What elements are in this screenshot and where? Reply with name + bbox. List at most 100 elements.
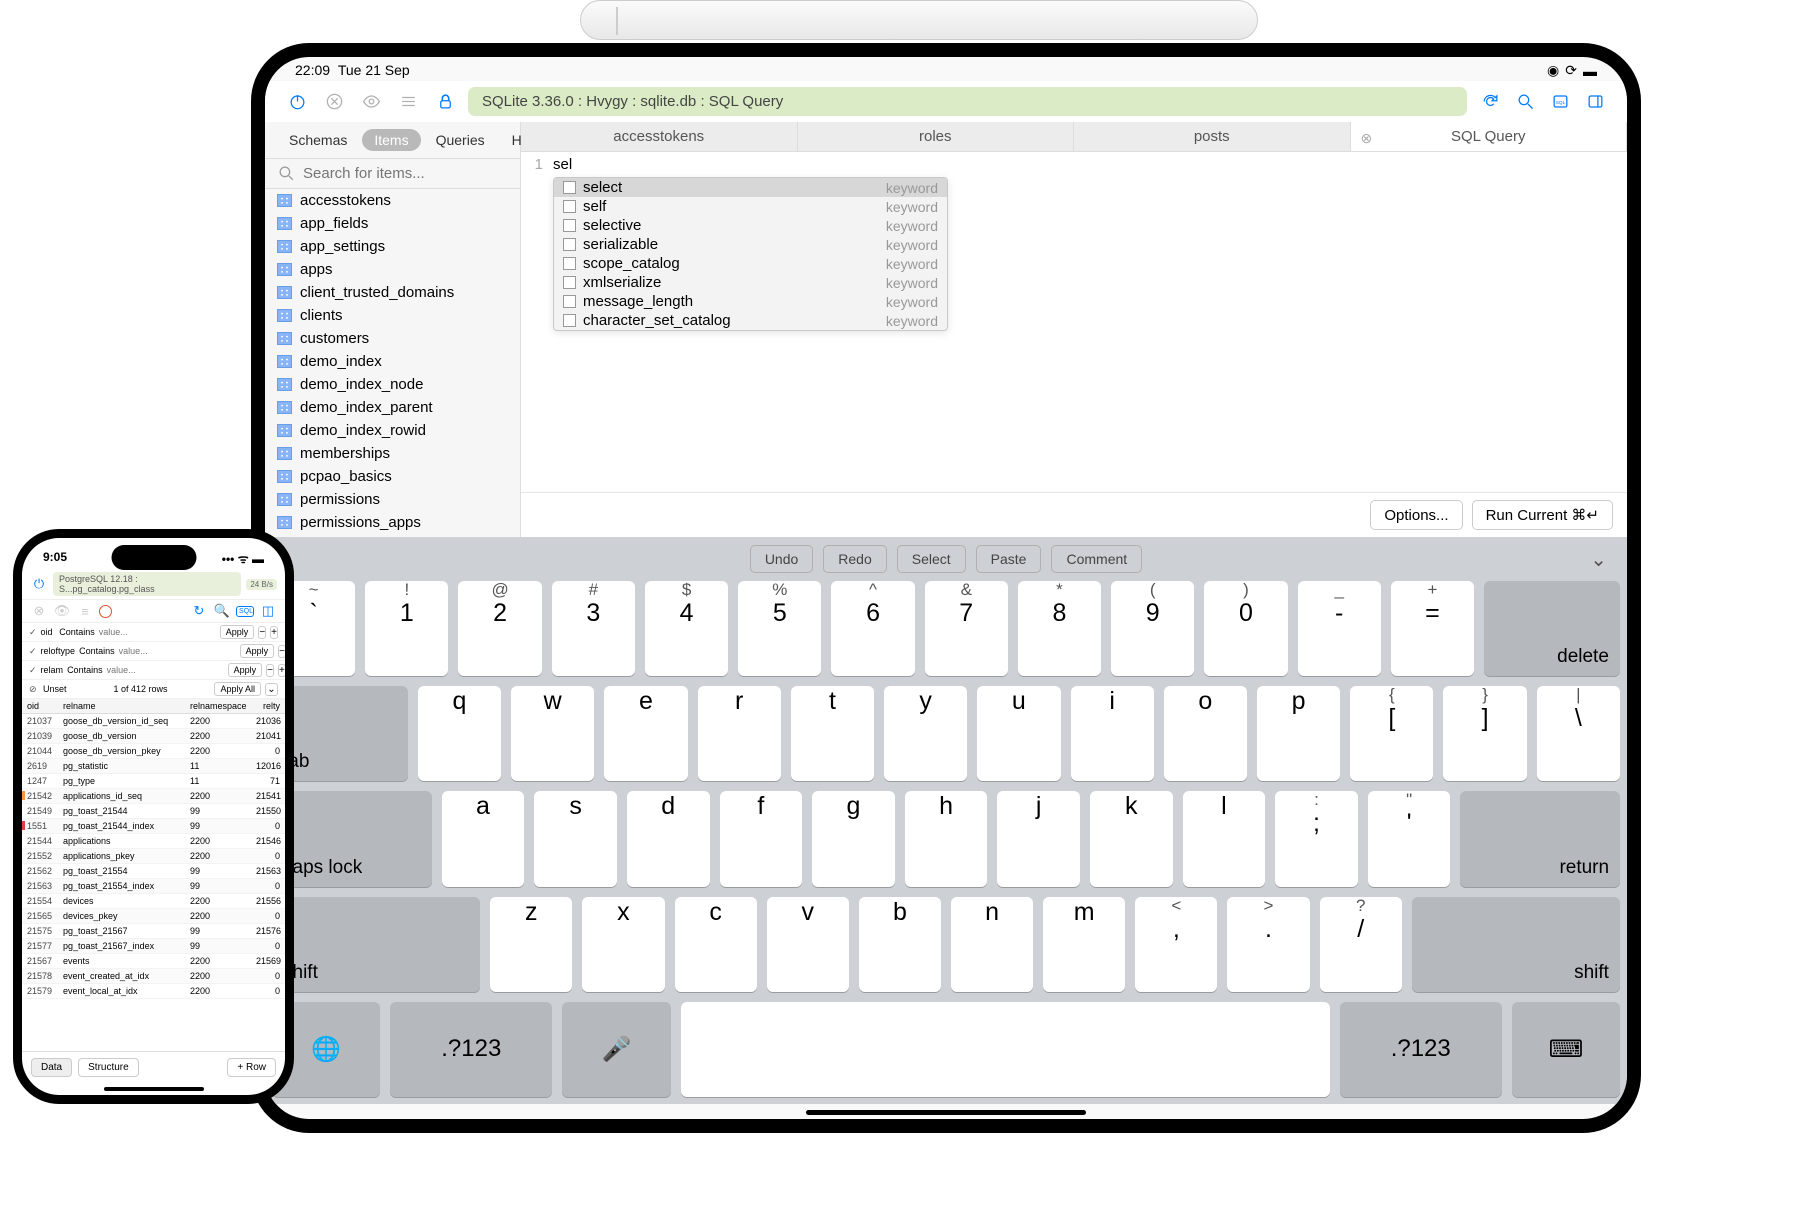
- key-capslock[interactable]: caps lock: [272, 791, 432, 886]
- sql-button[interactable]: SQL: [1546, 88, 1574, 116]
- filter-value[interactable]: [107, 665, 224, 675]
- expand-button[interactable]: ⌄: [265, 683, 278, 696]
- key[interactable]: #3: [552, 581, 635, 676]
- table-row[interactable]: 21037goose_db_version_id_seq220021036: [22, 714, 285, 729]
- minus-button[interactable]: −: [278, 645, 285, 658]
- table-row[interactable]: 21544applications220021546: [22, 834, 285, 849]
- cancel-button[interactable]: [320, 88, 348, 116]
- key[interactable]: i: [1071, 686, 1154, 781]
- filter-field[interactable]: reloftype: [41, 646, 76, 656]
- sidebar-item[interactable]: customers: [265, 327, 520, 350]
- key[interactable]: _-: [1298, 581, 1381, 676]
- breadcrumb[interactable]: SQLite 3.36.0 : Hvygy : sqlite.db : SQL …: [468, 87, 1467, 116]
- iphone-eye-icon[interactable]: 👁: [53, 603, 71, 619]
- key[interactable]: $4: [645, 581, 728, 676]
- home-indicator[interactable]: [806, 1110, 1086, 1115]
- col-relnamespace[interactable]: relnamespace: [185, 699, 251, 713]
- iphone-table-body[interactable]: 21037goose_db_version_id_seq220021036210…: [22, 714, 285, 1051]
- key[interactable]: >.: [1227, 897, 1309, 992]
- key-dismiss[interactable]: ⌨: [1512, 1002, 1620, 1097]
- plus-button[interactable]: +: [270, 626, 278, 639]
- key[interactable]: &7: [925, 581, 1008, 676]
- key[interactable]: )0: [1204, 581, 1287, 676]
- table-row[interactable]: 21579event_local_at_idx22000: [22, 984, 285, 999]
- iphone-home-indicator[interactable]: [104, 1087, 204, 1091]
- minus-button[interactable]: −: [258, 626, 266, 639]
- autocomplete-popup[interactable]: selectkeywordselfkeywordselectivekeyword…: [553, 177, 948, 331]
- sidebar-item[interactable]: app_settings: [265, 235, 520, 258]
- key[interactable]: a: [442, 791, 525, 886]
- filter-field[interactable]: oid: [41, 627, 56, 637]
- tab-data[interactable]: Data: [31, 1058, 72, 1077]
- apply-button[interactable]: Apply: [220, 625, 255, 639]
- sidebar-item[interactable]: permissions: [265, 488, 520, 511]
- key[interactable]: }]: [1443, 686, 1526, 781]
- table-row[interactable]: 21567events220021569: [22, 954, 285, 969]
- autocomplete-item[interactable]: message_lengthkeyword: [554, 292, 947, 311]
- filter-field[interactable]: relam: [41, 665, 64, 675]
- key-return[interactable]: return: [1460, 791, 1620, 886]
- search-input[interactable]: [303, 165, 508, 182]
- table-row[interactable]: 21044goose_db_version_pkey22000: [22, 744, 285, 759]
- editor-tab[interactable]: posts: [1074, 122, 1351, 151]
- key[interactable]: @2: [458, 581, 541, 676]
- iphone-close-icon[interactable]: ⊗: [30, 603, 48, 619]
- table-row[interactable]: 21575pg_toast_215679921576: [22, 924, 285, 939]
- sidebar-item[interactable]: apps: [265, 258, 520, 281]
- table-row[interactable]: 21565devices_pkey22000: [22, 909, 285, 924]
- unset-icon[interactable]: ⊘: [29, 684, 39, 695]
- power-button[interactable]: [283, 88, 311, 116]
- iphone-list-icon[interactable]: ≡: [76, 604, 94, 619]
- table-row[interactable]: 21578event_created_at_idx22000: [22, 969, 285, 984]
- filter-value[interactable]: [99, 627, 216, 637]
- autocomplete-item[interactable]: selectivekeyword: [554, 216, 947, 235]
- sidebar-item[interactable]: demo_index: [265, 350, 520, 373]
- keyboard-collapse-icon[interactable]: ⌄: [1590, 547, 1607, 572]
- kb-paste[interactable]: Paste: [976, 545, 1042, 573]
- table-row[interactable]: 21552applications_pkey22000: [22, 849, 285, 864]
- col-relname[interactable]: relname: [58, 699, 185, 713]
- key-delete[interactable]: delete: [1484, 581, 1620, 676]
- plus-button[interactable]: +: [278, 664, 285, 677]
- on-screen-keyboard[interactable]: Undo Redo Select Paste Comment ⌄ ~`!1@2#…: [265, 537, 1627, 1104]
- key[interactable]: e: [604, 686, 687, 781]
- table-row[interactable]: 21039goose_db_version220021041: [22, 729, 285, 744]
- table-row[interactable]: 1247pg_type1171: [22, 774, 285, 789]
- key[interactable]: t: [791, 686, 874, 781]
- table-row[interactable]: 21542applications_id_seq220021541: [22, 789, 285, 804]
- editor-tab[interactable]: ⊗SQL Query: [1351, 122, 1628, 151]
- filter-check[interactable]: ✓: [29, 646, 37, 657]
- key[interactable]: !1: [365, 581, 448, 676]
- key[interactable]: +=: [1391, 581, 1474, 676]
- autocomplete-item[interactable]: character_set_catalogkeyword: [554, 311, 947, 330]
- table-row[interactable]: 1551pg_toast_21544_index990: [22, 819, 285, 834]
- key[interactable]: o: [1164, 686, 1247, 781]
- iphone-search-icon[interactable]: 🔍: [213, 603, 231, 619]
- table-row[interactable]: 21549pg_toast_215449921550: [22, 804, 285, 819]
- sidebar-item[interactable]: accesstokens: [265, 189, 520, 212]
- search-button[interactable]: [1511, 88, 1539, 116]
- key-alt[interactable]: .?123: [390, 1002, 552, 1097]
- run-button[interactable]: Run Current ⌘↵: [1472, 500, 1613, 530]
- kb-redo[interactable]: Redo: [823, 545, 886, 573]
- key[interactable]: *8: [1018, 581, 1101, 676]
- sidebar-items[interactable]: accesstokensapp_fieldsapp_settingsappscl…: [265, 189, 520, 537]
- key[interactable]: (9: [1111, 581, 1194, 676]
- key-shift[interactable]: shift: [1412, 897, 1620, 992]
- key[interactable]: l: [1183, 791, 1266, 886]
- key-alt[interactable]: .?123: [1340, 1002, 1502, 1097]
- refresh-button[interactable]: [1476, 88, 1504, 116]
- options-button[interactable]: Options...: [1370, 500, 1462, 530]
- key[interactable]: n: [951, 897, 1033, 992]
- filter-op[interactable]: Contains: [79, 646, 115, 656]
- key[interactable]: w: [511, 686, 594, 781]
- iphone-breadcrumb[interactable]: PostgreSQL 12.18 : S...pg_catalog.pg_cla…: [53, 572, 241, 596]
- filter-value[interactable]: [119, 646, 236, 656]
- iphone-power-icon[interactable]: ⏻: [30, 576, 48, 592]
- panel-button[interactable]: [1581, 88, 1609, 116]
- autocomplete-item[interactable]: selectkeyword: [554, 178, 947, 197]
- key[interactable]: v: [767, 897, 849, 992]
- sidebar-item[interactable]: client_trusted_domains: [265, 281, 520, 304]
- table-row[interactable]: 21554devices220021556: [22, 894, 285, 909]
- key[interactable]: m: [1043, 897, 1125, 992]
